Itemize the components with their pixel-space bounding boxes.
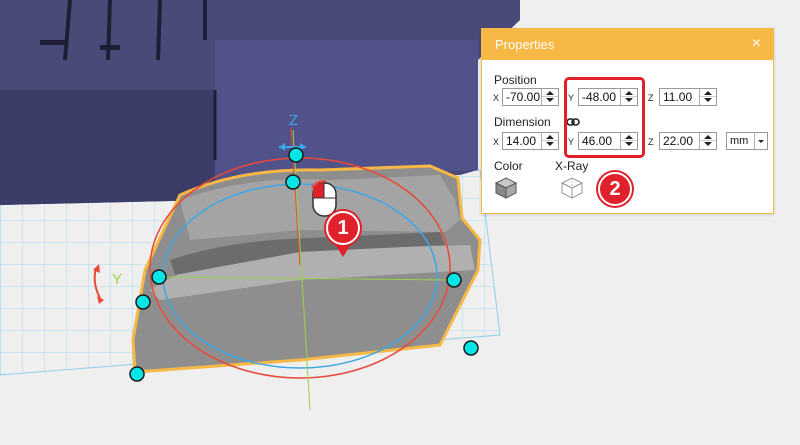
handle-bottom-right: [463, 340, 479, 356]
xray-cube-icon[interactable]: [560, 176, 584, 200]
properties-titlebar: Properties ×: [482, 29, 773, 60]
dimension-z-stepper[interactable]: [699, 133, 716, 149]
dimension-x-field[interactable]: 14.00: [502, 132, 559, 150]
handle-top: [288, 147, 304, 163]
position-x-stepper[interactable]: [541, 89, 558, 105]
xray-label: X-Ray: [555, 159, 589, 173]
handle-bottom-left: [129, 366, 145, 382]
handle-left: [151, 269, 167, 285]
properties-title: Properties: [495, 37, 555, 52]
position-x-field[interactable]: -70.00: [502, 88, 559, 106]
handle-top-inner: [285, 174, 301, 190]
dimension-x-stepper[interactable]: [541, 133, 558, 149]
chevron-down-icon[interactable]: [754, 133, 767, 149]
callout-badge-2: 2: [598, 172, 632, 206]
close-icon[interactable]: ×: [752, 35, 761, 53]
color-cube-icon[interactable]: [494, 176, 518, 200]
position-z-axis: Z: [648, 93, 654, 103]
dimension-z-axis: Z: [648, 137, 654, 147]
position-label: Position: [494, 73, 537, 87]
gizmo-z-label: Z: [289, 112, 299, 129]
dimension-x-axis: X: [493, 137, 500, 147]
callout-2-highlight: [564, 77, 645, 158]
unit-select[interactable]: mm: [726, 132, 768, 150]
position-x-axis: X: [493, 93, 500, 103]
callout-badge-1: 1: [326, 211, 360, 245]
dimension-label: Dimension: [494, 115, 551, 129]
handle-left-lower: [135, 294, 151, 310]
position-z-stepper[interactable]: [699, 89, 716, 105]
color-label: Color: [494, 159, 523, 173]
dimension-z-field[interactable]: 22.00: [659, 132, 717, 150]
handle-right: [446, 272, 462, 288]
position-z-field[interactable]: 11.00: [659, 88, 717, 106]
mouse-left-click-icon: [312, 182, 337, 217]
gizmo-y-label: Y: [112, 271, 123, 288]
